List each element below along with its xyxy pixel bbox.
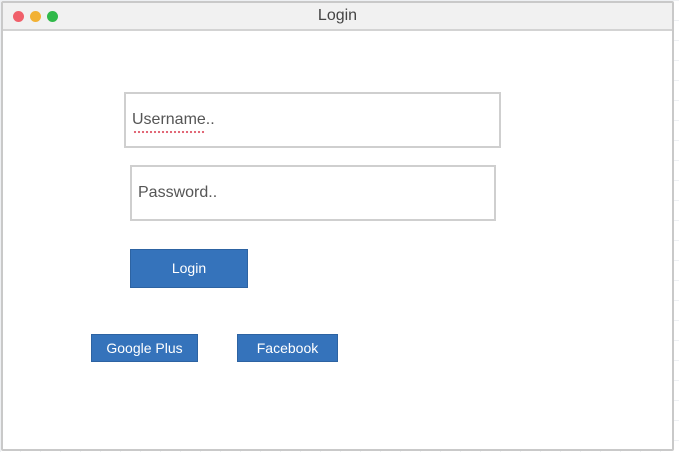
login-window: Login Login Google Plus Facebook	[1, 1, 674, 451]
title-bar: Login	[3, 3, 672, 31]
window-title: Login	[317, 7, 358, 24]
google-plus-button[interactable]: Google Plus	[91, 334, 198, 362]
facebook-button[interactable]: Facebook	[237, 334, 338, 362]
login-button[interactable]: Login	[130, 249, 248, 288]
username-field[interactable]	[124, 92, 501, 148]
password-input[interactable]	[132, 167, 494, 219]
spellcheck-underline	[133, 131, 205, 134]
password-field[interactable]	[130, 165, 496, 221]
username-input[interactable]	[126, 94, 499, 146]
